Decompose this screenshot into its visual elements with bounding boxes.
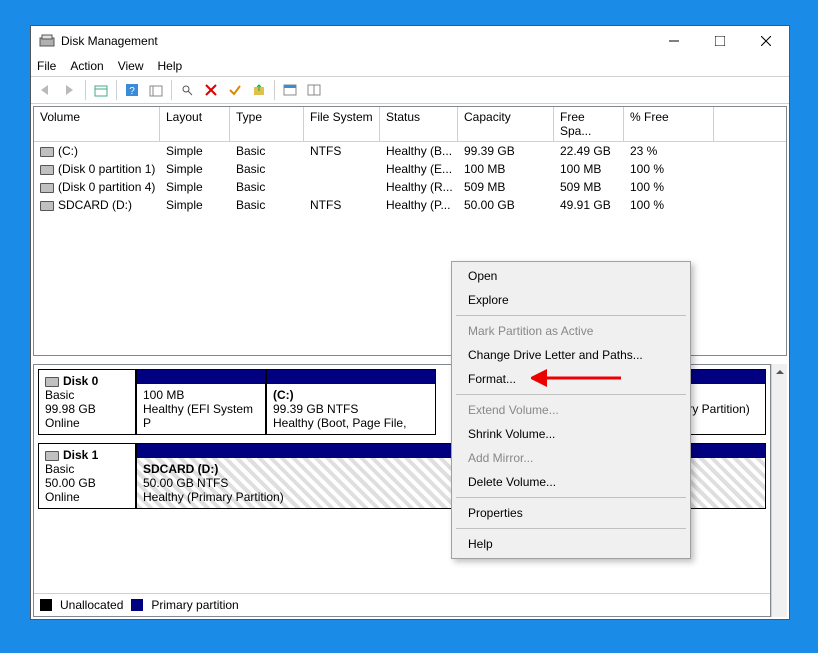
legend-unallocated: Unallocated — [60, 598, 123, 612]
help-icon[interactable]: ? — [121, 79, 143, 101]
app-icon — [39, 33, 55, 49]
column-headers: Volume Layout Type File System Status Ca… — [34, 107, 786, 142]
legend-primary: Primary partition — [151, 598, 238, 612]
table-row[interactable]: SDCARD (D:)SimpleBasicNTFSHealthy (P...5… — [34, 196, 786, 214]
menu-extend: Extend Volume... — [454, 398, 688, 422]
legend: Unallocated Primary partition — [34, 593, 770, 616]
disk-info[interactable]: Disk 0Basic99.98 GBOnline — [38, 369, 136, 435]
menu-mark-active: Mark Partition as Active — [454, 319, 688, 343]
col-capacity[interactable]: Capacity — [458, 107, 554, 141]
menu-view[interactable]: View — [118, 59, 144, 73]
table-row[interactable]: (Disk 0 partition 1)SimpleBasicHealthy (… — [34, 160, 786, 178]
toolbar: ? — [31, 76, 789, 104]
minimize-button[interactable] — [651, 26, 697, 56]
menu-open[interactable]: Open — [454, 264, 688, 288]
window-title: Disk Management — [61, 34, 158, 48]
menu-shrink[interactable]: Shrink Volume... — [454, 422, 688, 446]
toolbar-delete-icon[interactable] — [200, 79, 222, 101]
menu-help[interactable]: Help — [454, 532, 688, 556]
toolbar-icon[interactable] — [90, 79, 112, 101]
svg-text:?: ? — [129, 86, 135, 97]
menu-properties[interactable]: Properties — [454, 501, 688, 525]
partition[interactable]: (C:)99.39 GB NTFSHealthy (Boot, Page Fil… — [266, 369, 436, 435]
toolbar-icon[interactable] — [279, 79, 301, 101]
toolbar-icon[interactable] — [248, 79, 270, 101]
menu-change-letter[interactable]: Change Drive Letter and Paths... — [454, 343, 688, 367]
col-free[interactable]: Free Spa... — [554, 107, 624, 141]
context-menu: Open Explore Mark Partition as Active Ch… — [451, 261, 691, 559]
toolbar-check-icon[interactable] — [224, 79, 246, 101]
maximize-button[interactable] — [697, 26, 743, 56]
forward-button[interactable] — [59, 79, 81, 101]
col-volume[interactable]: Volume — [34, 107, 160, 141]
close-button[interactable] — [743, 26, 789, 56]
scrollbar[interactable] — [771, 364, 787, 617]
col-filesystem[interactable]: File System — [304, 107, 380, 141]
back-button[interactable] — [35, 79, 57, 101]
titlebar: Disk Management — [31, 26, 789, 56]
col-status[interactable]: Status — [380, 107, 458, 141]
col-pctfree[interactable]: % Free — [624, 107, 714, 141]
toolbar-icon[interactable] — [303, 79, 325, 101]
toolbar-icon[interactable] — [145, 79, 167, 101]
col-type[interactable]: Type — [230, 107, 304, 141]
annotation-arrow — [531, 366, 631, 390]
toolbar-icon[interactable] — [176, 79, 198, 101]
menu-delete[interactable]: Delete Volume... — [454, 470, 688, 494]
col-layout[interactable]: Layout — [160, 107, 230, 141]
menu-mirror: Add Mirror... — [454, 446, 688, 470]
menu-explore[interactable]: Explore — [454, 288, 688, 312]
menu-help[interactable]: Help — [158, 59, 183, 73]
disk-management-window: Disk Management File Action View Help ? — [30, 25, 790, 620]
disk-info[interactable]: Disk 1Basic50.00 GBOnline — [38, 443, 136, 509]
menu-action[interactable]: Action — [70, 59, 103, 73]
table-row[interactable]: (Disk 0 partition 4)SimpleBasicHealthy (… — [34, 178, 786, 196]
table-row[interactable]: (C:)SimpleBasicNTFSHealthy (B...99.39 GB… — [34, 142, 786, 160]
menu-file[interactable]: File — [37, 59, 56, 73]
menubar: File Action View Help — [31, 56, 789, 76]
partition[interactable]: 100 MBHealthy (EFI System P — [136, 369, 266, 435]
